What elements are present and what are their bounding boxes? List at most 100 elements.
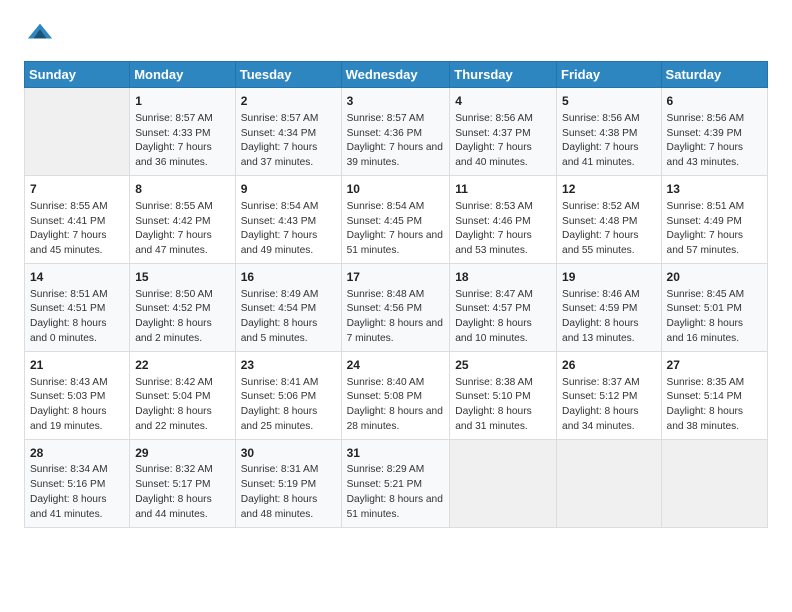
day-cell: 23 Sunrise: 8:41 AMSunset: 5:06 PMDayligh…: [235, 351, 341, 439]
day-number: 15: [135, 269, 230, 286]
day-cell: 21 Sunrise: 8:43 AMSunset: 5:03 PMDayligh…: [25, 351, 130, 439]
day-info: Sunrise: 8:46 AMSunset: 4:59 PMDaylight:…: [562, 288, 656, 347]
day-info: Sunrise: 8:32 AMSunset: 5:17 PMDaylight:…: [135, 463, 230, 522]
day-cell: 15 Sunrise: 8:50 AMSunset: 4:52 PMDayligh…: [130, 263, 236, 351]
header: [24, 18, 768, 51]
day-info: Sunrise: 8:54 AMSunset: 4:43 PMDaylight:…: [241, 200, 336, 259]
day-info: Sunrise: 8:42 AMSunset: 5:04 PMDaylight:…: [135, 376, 230, 435]
week-row-0: 1 Sunrise: 8:57 AMSunset: 4:33 PMDaylight…: [25, 88, 768, 176]
day-cell: 10 Sunrise: 8:54 AMSunset: 4:45 PMDayligh…: [341, 175, 450, 263]
day-cell: 26 Sunrise: 8:37 AMSunset: 5:12 PMDayligh…: [557, 351, 662, 439]
logo: [24, 18, 54, 51]
day-cell: 29Sunrise: 8:32 AMSunset: 5:17 PMDayligh…: [130, 439, 236, 527]
day-number: 24: [347, 357, 445, 374]
day-info: Sunrise: 8:50 AMSunset: 4:52 PMDaylight:…: [135, 288, 230, 347]
header-day-wednesday: Wednesday: [341, 62, 450, 88]
header-day-monday: Monday: [130, 62, 236, 88]
day-cell: [661, 439, 767, 527]
day-info: Sunrise: 8:56 AMSunset: 4:39 PMDaylight:…: [667, 112, 762, 171]
day-cell: 20 Sunrise: 8:45 AMSunset: 5:01 PMDayligh…: [661, 263, 767, 351]
day-number: 25: [455, 357, 551, 374]
week-row-1: 7 Sunrise: 8:55 AMSunset: 4:41 PMDaylight…: [25, 175, 768, 263]
day-number: 2: [241, 93, 336, 110]
day-cell: [25, 88, 130, 176]
calendar-header-row: SundayMondayTuesdayWednesdayThursdayFrid…: [25, 62, 768, 88]
header-day-tuesday: Tuesday: [235, 62, 341, 88]
day-info: Sunrise: 8:55 AMSunset: 4:42 PMDaylight:…: [135, 200, 230, 259]
day-number: 19: [562, 269, 656, 286]
day-number: 13: [667, 181, 762, 198]
day-cell: 2 Sunrise: 8:57 AMSunset: 4:34 PMDaylight…: [235, 88, 341, 176]
day-info: Sunrise: 8:34 AMSunset: 5:16 PMDaylight:…: [30, 463, 124, 522]
day-number: 5: [562, 93, 656, 110]
day-number: 18: [455, 269, 551, 286]
day-cell: 28Sunrise: 8:34 AMSunset: 5:16 PMDayligh…: [25, 439, 130, 527]
day-info: Sunrise: 8:54 AMSunset: 4:45 PMDaylight:…: [347, 200, 445, 259]
day-cell: 27Sunrise: 8:35 AMSunset: 5:14 PMDayligh…: [661, 351, 767, 439]
day-cell: 7 Sunrise: 8:55 AMSunset: 4:41 PMDaylight…: [25, 175, 130, 263]
day-number: 9: [241, 181, 336, 198]
day-cell: 4Sunrise: 8:56 AMSunset: 4:37 PMDaylight…: [450, 88, 557, 176]
day-info: Sunrise: 8:40 AMSunset: 5:08 PMDaylight:…: [347, 376, 445, 435]
day-info: Sunrise: 8:53 AMSunset: 4:46 PMDaylight:…: [455, 200, 551, 259]
day-info: Sunrise: 8:57 AMSunset: 4:33 PMDaylight:…: [135, 112, 230, 171]
day-info: Sunrise: 8:57 AMSunset: 4:34 PMDaylight:…: [241, 112, 336, 171]
day-cell: 1 Sunrise: 8:57 AMSunset: 4:33 PMDaylight…: [130, 88, 236, 176]
day-number: 11: [455, 181, 551, 198]
week-row-2: 14Sunrise: 8:51 AMSunset: 4:51 PMDayligh…: [25, 263, 768, 351]
day-cell: 12 Sunrise: 8:52 AMSunset: 4:48 PMDayligh…: [557, 175, 662, 263]
day-number: 20: [667, 269, 762, 286]
day-number: 10: [347, 181, 445, 198]
day-number: 28: [30, 445, 124, 462]
day-info: Sunrise: 8:55 AMSunset: 4:41 PMDaylight:…: [30, 200, 124, 259]
day-cell: 8 Sunrise: 8:55 AMSunset: 4:42 PMDaylight…: [130, 175, 236, 263]
day-number: 7: [30, 181, 124, 198]
day-cell: 13Sunrise: 8:51 AMSunset: 4:49 PMDayligh…: [661, 175, 767, 263]
day-cell: 30Sunrise: 8:31 AMSunset: 5:19 PMDayligh…: [235, 439, 341, 527]
day-cell: 9 Sunrise: 8:54 AMSunset: 4:43 PMDaylight…: [235, 175, 341, 263]
day-info: Sunrise: 8:45 AMSunset: 5:01 PMDaylight:…: [667, 288, 762, 347]
day-number: 31: [347, 445, 445, 462]
day-number: 26: [562, 357, 656, 374]
day-cell: 14Sunrise: 8:51 AMSunset: 4:51 PMDayligh…: [25, 263, 130, 351]
header-day-sunday: Sunday: [25, 62, 130, 88]
day-cell: 31Sunrise: 8:29 AMSunset: 5:21 PMDayligh…: [341, 439, 450, 527]
day-cell: 3Sunrise: 8:57 AMSunset: 4:36 PMDaylight…: [341, 88, 450, 176]
day-info: Sunrise: 8:56 AMSunset: 4:38 PMDaylight:…: [562, 112, 656, 171]
day-info: Sunrise: 8:51 AMSunset: 4:51 PMDaylight:…: [30, 288, 124, 347]
header-day-thursday: Thursday: [450, 62, 557, 88]
day-cell: 6 Sunrise: 8:56 AMSunset: 4:39 PMDaylight…: [661, 88, 767, 176]
day-number: 29: [135, 445, 230, 462]
day-number: 6: [667, 93, 762, 110]
day-number: 8: [135, 181, 230, 198]
day-number: 23: [241, 357, 336, 374]
day-number: 22: [135, 357, 230, 374]
day-cell: 19 Sunrise: 8:46 AMSunset: 4:59 PMDayligh…: [557, 263, 662, 351]
day-info: Sunrise: 8:52 AMSunset: 4:48 PMDaylight:…: [562, 200, 656, 259]
day-cell: 5 Sunrise: 8:56 AMSunset: 4:38 PMDaylight…: [557, 88, 662, 176]
header-day-friday: Friday: [557, 62, 662, 88]
week-row-3: 21 Sunrise: 8:43 AMSunset: 5:03 PMDayligh…: [25, 351, 768, 439]
day-number: 21: [30, 357, 124, 374]
day-info: Sunrise: 8:49 AMSunset: 4:54 PMDaylight:…: [241, 288, 336, 347]
day-number: 17: [347, 269, 445, 286]
day-info: Sunrise: 8:37 AMSunset: 5:12 PMDaylight:…: [562, 376, 656, 435]
day-number: 1: [135, 93, 230, 110]
header-day-saturday: Saturday: [661, 62, 767, 88]
day-info: Sunrise: 8:41 AMSunset: 5:06 PMDaylight:…: [241, 376, 336, 435]
day-cell: 17 Sunrise: 8:48 AMSunset: 4:56 PMDayligh…: [341, 263, 450, 351]
day-info: Sunrise: 8:56 AMSunset: 4:37 PMDaylight:…: [455, 112, 551, 171]
day-cell: 11 Sunrise: 8:53 AMSunset: 4:46 PMDayligh…: [450, 175, 557, 263]
day-info: Sunrise: 8:31 AMSunset: 5:19 PMDaylight:…: [241, 463, 336, 522]
day-number: 16: [241, 269, 336, 286]
day-cell: 16 Sunrise: 8:49 AMSunset: 4:54 PMDayligh…: [235, 263, 341, 351]
day-cell: [450, 439, 557, 527]
day-info: Sunrise: 8:48 AMSunset: 4:56 PMDaylight:…: [347, 288, 445, 347]
day-number: 12: [562, 181, 656, 198]
calendar: SundayMondayTuesdayWednesdayThursdayFrid…: [24, 61, 768, 528]
day-info: Sunrise: 8:29 AMSunset: 5:21 PMDaylight:…: [347, 463, 445, 522]
day-info: Sunrise: 8:43 AMSunset: 5:03 PMDaylight:…: [30, 376, 124, 435]
day-number: 3: [347, 93, 445, 110]
logo-icon: [26, 18, 54, 46]
day-cell: [557, 439, 662, 527]
